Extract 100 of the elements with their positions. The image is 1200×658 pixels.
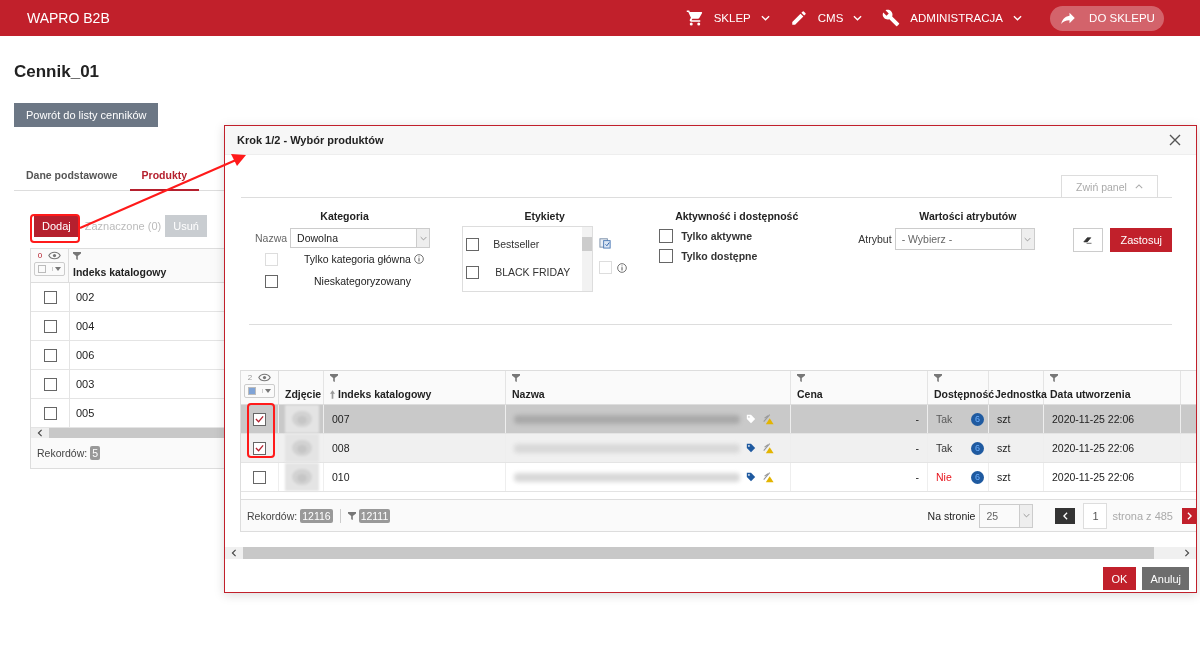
filter-heading: Kategoria — [319, 210, 370, 224]
warning-icon[interactable] — [762, 442, 774, 454]
caret-icon — [1022, 513, 1030, 518]
checkbox[interactable] — [466, 237, 480, 251]
records-label: Rekordów: — [247, 509, 298, 522]
select-all-dropdown[interactable] — [244, 384, 275, 398]
table-cell: Tak — [936, 413, 953, 425]
tab[interactable]: Produkty — [129, 163, 200, 191]
row-checkbox[interactable] — [43, 406, 57, 420]
table-cell: Tak — [936, 442, 953, 454]
tab[interactable]: Dane podstawowe — [14, 163, 130, 191]
scroll-left-icon[interactable] — [231, 549, 237, 557]
table-cell: szt — [997, 442, 1011, 454]
previous-page-button[interactable] — [1055, 507, 1076, 524]
checkbox[interactable] — [466, 265, 480, 279]
table-cell-text: 004 — [75, 320, 95, 332]
warning-icon[interactable] — [762, 471, 774, 483]
brand-name[interactable]: WAPRO B2B — [27, 10, 110, 26]
selection-count: 2 — [247, 373, 253, 382]
column-header[interactable]: Cena — [797, 388, 823, 400]
row-checkbox[interactable] — [253, 470, 266, 484]
close-icon[interactable] — [1169, 134, 1181, 146]
column-header[interactable]: Nazwa — [512, 388, 545, 400]
eye-icon[interactable] — [48, 251, 62, 260]
row-checkbox[interactable] — [43, 319, 57, 333]
eye-icon[interactable] — [258, 373, 272, 382]
field-label: Atrybut — [858, 233, 892, 245]
caret-icon — [262, 389, 271, 393]
checkbox-label: Tylko dostępne — [681, 250, 758, 262]
menu-item[interactable]: ADMINISTRACJA — [882, 9, 1022, 27]
scroll-left-icon[interactable] — [37, 429, 43, 437]
filter-icon[interactable] — [512, 374, 520, 382]
table-cell: - — [915, 471, 919, 483]
row-checkbox[interactable] — [253, 441, 266, 455]
column-header[interactable]: Data utworzenia — [1050, 388, 1131, 400]
document-icon[interactable] — [599, 236, 613, 249]
page-total: strona z 485 — [1112, 509, 1173, 522]
filter-icon[interactable] — [797, 374, 805, 382]
scrollbar[interactable] — [243, 547, 1154, 559]
filter-icon[interactable] — [330, 374, 338, 382]
caret-icon — [1024, 236, 1032, 242]
field-label: Nazwa — [255, 232, 288, 244]
highlight-frame — [30, 214, 80, 243]
add-button[interactable]: Dodaj — [34, 215, 79, 237]
page-size-select[interactable]: 25 — [979, 503, 1034, 528]
info-icon[interactable] — [617, 262, 628, 273]
shop-button[interactable]: DO SKLEPU — [1050, 5, 1164, 31]
sort-ascending-icon[interactable] — [330, 389, 335, 399]
filter-icon[interactable] — [934, 374, 942, 382]
filter-heading: Etykiety — [523, 210, 566, 224]
filter-heading: Aktywność i dostępność — [674, 210, 800, 224]
count-badge: 6 — [971, 441, 984, 455]
column-header[interactable]: Indeks katalogowy — [73, 266, 167, 278]
caret-icon — [760, 15, 770, 21]
checkbox-label: Nieskategoryzowany — [314, 275, 411, 287]
table-cell-text: 006 — [75, 349, 95, 361]
table-cell-text: 002 — [75, 291, 95, 303]
checkbox-label: BLACK FRIDAY — [495, 266, 571, 278]
column-header[interactable]: Jednostka — [995, 388, 1047, 400]
scroll-right-icon[interactable] — [1184, 549, 1190, 557]
checkbox[interactable] — [265, 274, 278, 288]
column-header[interactable]: Dostępność — [934, 388, 995, 400]
records-label: Rekordów: — [37, 447, 88, 459]
filter-heading: Wartości atrybutów — [918, 210, 1018, 224]
clear-filters-button[interactable] — [1073, 228, 1104, 252]
tag-icon[interactable] — [746, 472, 756, 482]
ok-button[interactable]: OK — [1102, 567, 1137, 590]
menu-item[interactable]: SKLEP — [685, 9, 770, 27]
column-header[interactable]: Indeks katalogowy — [338, 388, 432, 400]
table-cell: 008 — [332, 442, 350, 454]
column-header[interactable]: Zdjęcie — [285, 388, 322, 400]
row-checkbox[interactable] — [43, 348, 57, 362]
caret-icon — [1013, 15, 1022, 21]
filter-icon[interactable] — [1050, 374, 1058, 382]
caret-icon — [853, 15, 863, 21]
caret-icon — [1134, 184, 1143, 189]
table-cell: 010 — [332, 471, 350, 483]
table-cell: szt — [997, 413, 1011, 425]
select-all-dropdown[interactable] — [34, 262, 65, 276]
row-checkbox[interactable] — [253, 412, 266, 426]
page-number-field[interactable]: 1 — [1083, 502, 1108, 529]
row-checkbox[interactable] — [43, 377, 57, 391]
menu-item[interactable]: CMS — [789, 9, 863, 27]
attribute-select[interactable]: - Wybierz - — [894, 228, 1035, 250]
table-cell: Nie — [936, 471, 952, 483]
apply-button[interactable]: Zastosuj — [1110, 228, 1172, 252]
cancel-button[interactable]: Anuluj — [1142, 567, 1189, 590]
row-checkbox[interactable] — [43, 290, 57, 304]
table-cell: szt — [997, 471, 1011, 483]
scrollbar[interactable] — [582, 227, 593, 291]
label-list[interactable]: Bestseller BLACK FRIDAY — [462, 226, 594, 292]
next-page-button[interactable] — [1182, 507, 1196, 524]
filter-icon — [347, 511, 356, 520]
filter-icon[interactable] — [73, 252, 81, 260]
checkbox[interactable] — [659, 249, 674, 263]
back-button[interactable]: Powrót do listy cenników — [14, 103, 159, 127]
category-select[interactable]: Dowolna — [290, 228, 431, 248]
checkbox[interactable] — [659, 229, 674, 243]
tag-icon[interactable] — [746, 443, 756, 453]
highlight-frame — [247, 403, 275, 458]
